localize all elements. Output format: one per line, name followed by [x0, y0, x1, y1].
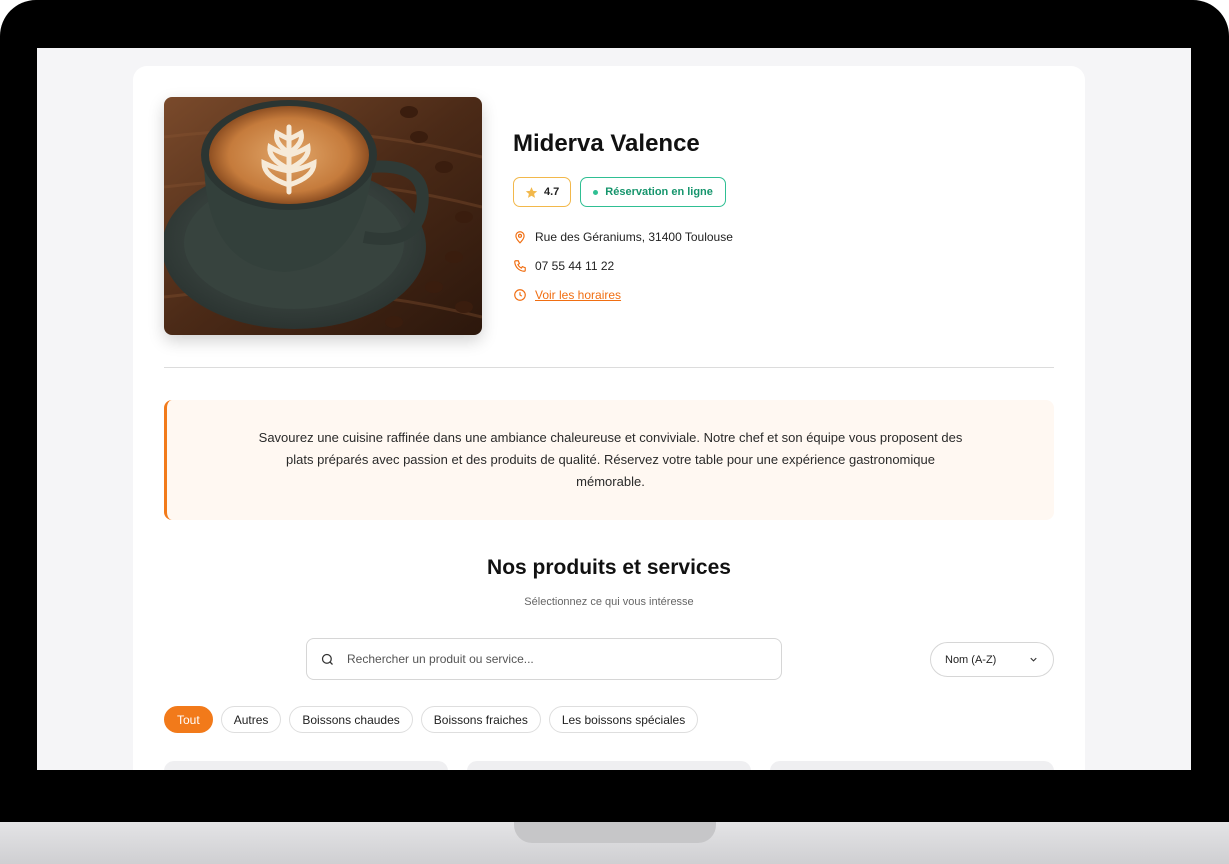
- rating-value: 4.7: [544, 186, 560, 198]
- product-card[interactable]: [467, 761, 751, 770]
- chevron-down-icon: [1030, 657, 1037, 662]
- product-card[interactable]: [164, 761, 448, 770]
- star-icon: [525, 186, 538, 198]
- category-chip-autres[interactable]: Autres: [220, 706, 282, 733]
- laptop-notch: [514, 822, 716, 843]
- products-title: Nos produits et services: [487, 556, 731, 579]
- phone-row: 07 55 44 11 22: [513, 259, 614, 273]
- hours-row: Voir les horaires: [513, 288, 621, 302]
- description-box: Savourez une cuisine raffinée dans une a…: [164, 400, 1054, 520]
- search-input[interactable]: [345, 651, 749, 667]
- reservation-badge: Réservation en ligne: [580, 177, 726, 207]
- category-chip-boissons-chaudes[interactable]: Boissons chaudes: [289, 706, 413, 733]
- business-name: Miderva Valence: [513, 130, 700, 157]
- reservation-label: Réservation en ligne: [605, 186, 713, 198]
- address-row: Rue des Géraniums, 31400 Toulouse: [513, 230, 733, 244]
- search-icon: [321, 653, 333, 665]
- latte-illustration: [164, 97, 482, 335]
- product-card[interactable]: [770, 761, 1054, 770]
- category-chip-tout[interactable]: Tout: [164, 706, 213, 733]
- business-info: Miderva Valence 4.7 Réservation en ligne…: [513, 130, 733, 302]
- rating-badge: 4.7: [513, 177, 572, 207]
- hours-link[interactable]: Voir les horaires: [535, 288, 621, 302]
- clock-icon: [514, 289, 526, 301]
- business-card: Miderva Valence 4.7 Réservation en ligne…: [133, 66, 1085, 770]
- screen: Miderva Valence 4.7 Réservation en ligne…: [37, 48, 1191, 770]
- address-text: Rue des Géraniums, 31400 Toulouse: [535, 230, 733, 244]
- phone-icon: [514, 260, 526, 272]
- category-chip-boissons-speciales[interactable]: Les boissons spéciales: [548, 706, 699, 733]
- sort-selected-label: Nom (A-Z): [945, 653, 997, 666]
- divider: [164, 367, 1054, 368]
- description-text: Savourez une cuisine raffinée dans une a…: [258, 430, 963, 489]
- sort-select[interactable]: Nom (A-Z): [930, 642, 1054, 677]
- category-chip-boissons-fraiches[interactable]: Boissons fraiches: [420, 706, 541, 733]
- phone-text[interactable]: 07 55 44 11 22: [535, 259, 614, 273]
- products-subtitle: Sélectionnez ce qui vous intéresse: [524, 596, 694, 608]
- map-pin-icon: [515, 231, 525, 244]
- status-dot: [593, 189, 599, 195]
- search-bar: [306, 638, 782, 680]
- category-filters: Tout Autres Boissons chaudes Boissons fr…: [164, 706, 699, 733]
- badges: 4.7 Réservation en ligne: [513, 177, 726, 207]
- business-photo: [164, 97, 482, 335]
